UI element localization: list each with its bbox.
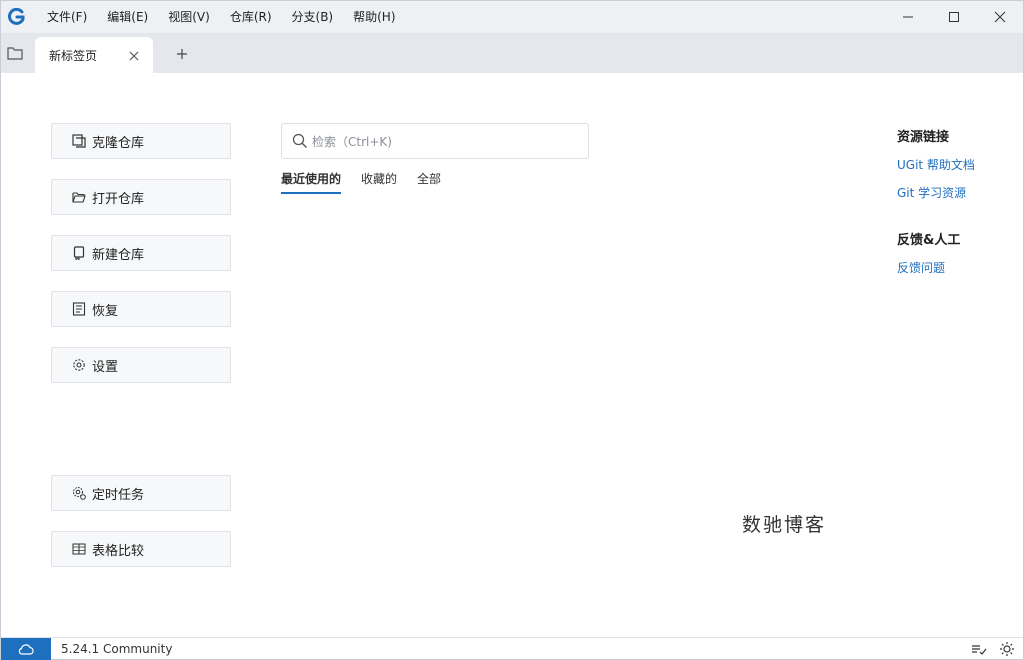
open-repo-label: 打开仓库 [92, 191, 145, 207]
git-learning-link[interactable]: Git 学习资源 [897, 184, 966, 201]
app-logo-icon [1, 1, 33, 33]
maximize-icon [949, 12, 959, 22]
feedback-link[interactable]: 反馈问题 [897, 259, 945, 276]
table-compare-button[interactable]: 表格比较 [51, 531, 231, 567]
menu-repository[interactable]: 仓库(R) [220, 1, 282, 33]
table-compare-label: 表格比较 [92, 543, 145, 559]
sun-icon[interactable] [999, 641, 1015, 657]
cloud-icon [18, 644, 34, 655]
repo-list-tabs: 最近使用的 收藏的 全部 [281, 170, 461, 196]
menu-branch[interactable]: 分支(B) [282, 1, 344, 33]
settings-label: 设置 [92, 359, 119, 375]
menu-file[interactable]: 文件(F) [37, 1, 97, 33]
menu-view[interactable]: 视图(V) [158, 1, 220, 33]
new-repo-icon [72, 246, 86, 260]
scheduled-task-label: 定时任务 [92, 487, 145, 503]
close-window-button[interactable] [977, 1, 1023, 33]
menu-help[interactable]: 帮助(H) [343, 1, 405, 33]
clone-repo-button[interactable]: 克隆仓库 [51, 123, 231, 159]
clone-icon [72, 134, 86, 148]
tab-label: 新标签页 [49, 49, 98, 63]
plus-icon[interactable] [176, 45, 192, 61]
scheduled-task-button[interactable]: 定时任务 [51, 475, 231, 511]
menu-edit[interactable]: 编辑(E) [97, 1, 158, 33]
status-bar: 5.24.1 Community [1, 637, 1023, 660]
close-icon [994, 11, 1006, 23]
table-compare-icon [72, 542, 86, 556]
tab-bar: 新标签页 [1, 33, 1023, 73]
tab-recent[interactable]: 最近使用的 [281, 170, 342, 194]
title-bar: 文件(F) 编辑(E) 视图(V) 仓库(R) 分支(B) 帮助(H) [1, 1, 1023, 33]
feedback-title: 反馈&人工 [897, 233, 961, 248]
new-repo-label: 新建仓库 [92, 247, 145, 263]
resources-title: 资源链接 [897, 130, 950, 145]
search-box [281, 123, 589, 159]
search-input[interactable] [312, 132, 582, 152]
tab-all[interactable]: 全部 [417, 170, 441, 194]
scheduled-gear-icon [72, 486, 86, 500]
restore-label: 恢复 [92, 303, 119, 319]
menu-bar: 文件(F) 编辑(E) 视图(V) 仓库(R) 分支(B) 帮助(H) [37, 1, 406, 33]
version-label: 5.24.1 Community [61, 642, 173, 656]
search-icon [292, 133, 308, 149]
list-check-icon[interactable] [971, 641, 987, 657]
restore-button[interactable]: 恢复 [51, 291, 231, 327]
settings-button[interactable]: 设置 [51, 347, 231, 383]
cloud-button[interactable] [1, 638, 51, 660]
clone-repo-label: 克隆仓库 [92, 135, 145, 151]
minimize-button[interactable] [885, 1, 931, 33]
app-window: 文件(F) 编辑(E) 视图(V) 仓库(R) 分支(B) 帮助(H) 新标签页 [0, 0, 1024, 660]
window-controls [885, 1, 1023, 33]
help-docs-link[interactable]: UGit 帮助文档 [897, 156, 975, 173]
folder-open-icon [72, 190, 86, 204]
watermark-text: 数驰博客 [742, 514, 827, 536]
maximize-button[interactable] [931, 1, 977, 33]
new-repo-button[interactable]: 新建仓库 [51, 235, 231, 271]
open-repo-button[interactable]: 打开仓库 [51, 179, 231, 215]
tab-favorites[interactable]: 收藏的 [361, 170, 397, 194]
folder-icon[interactable] [7, 45, 25, 61]
tab-new[interactable]: 新标签页 [35, 37, 153, 73]
gear-icon [72, 358, 86, 372]
minimize-icon [903, 16, 913, 18]
close-icon[interactable] [128, 47, 142, 61]
restore-icon [72, 302, 86, 316]
